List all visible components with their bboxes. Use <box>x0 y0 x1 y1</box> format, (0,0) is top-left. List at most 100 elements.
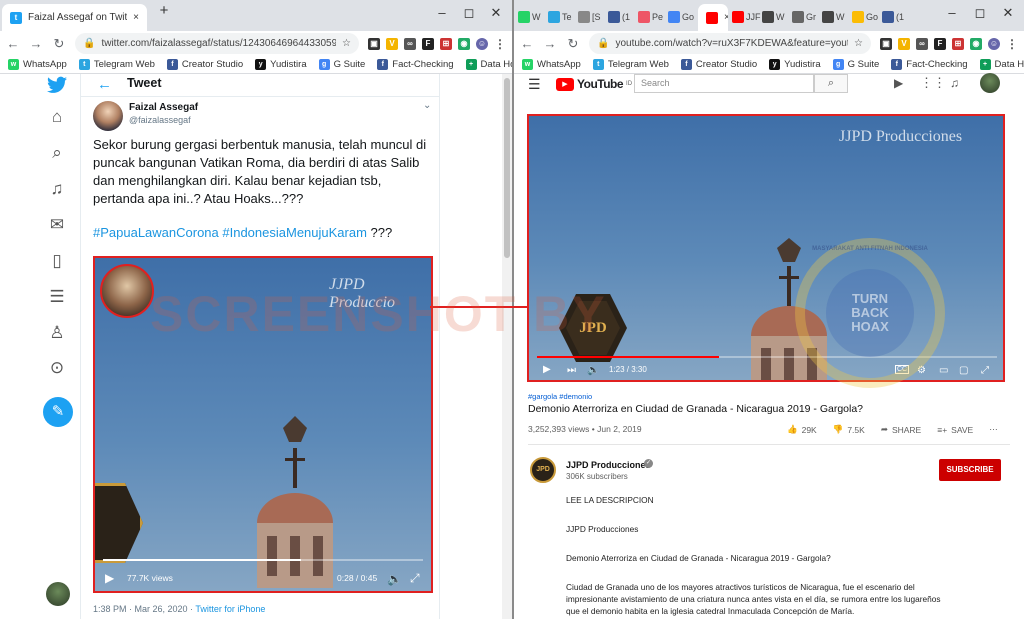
browser-tab[interactable]: W <box>822 9 845 25</box>
browser-tab[interactable]: Go <box>852 9 878 25</box>
minimize-button[interactable]: – <box>938 4 966 22</box>
notifications-bell-icon[interactable]: ♫ <box>950 76 959 90</box>
compose-tweet-button[interactable]: ✎ <box>43 397 73 427</box>
account-avatar[interactable] <box>980 73 1000 93</box>
volume-icon[interactable]: 🔈 <box>587 365 599 376</box>
bookmark-item[interactable]: w WhatsApp <box>8 59 67 70</box>
menu-icon[interactable]: ⋮ <box>1006 38 1018 50</box>
forward-icon[interactable]: → <box>543 36 557 51</box>
bookmarks-icon[interactable]: ▯ <box>46 250 68 272</box>
youtube-logo[interactable]: ▶ YouTube ID <box>556 77 632 91</box>
hashtag-links[interactable]: #PapuaLawanCorona #IndonesiaMenujuKaram <box>93 225 367 240</box>
bookmark-item[interactable]: y Yudistira <box>769 59 821 70</box>
messages-icon[interactable]: ✉ <box>46 214 68 236</box>
bookmark-item[interactable]: gG Suite <box>318 59 365 70</box>
fullscreen-icon[interactable]: ⤢ <box>410 571 420 586</box>
extension-icon[interactable]: ∞ <box>404 37 416 50</box>
bookmark-item[interactable]: +Data Hoax.xlsx - Go... <box>979 59 1024 70</box>
maximize-button[interactable]: ◻ <box>966 4 994 22</box>
create-video-icon[interactable]: ▶ <box>894 76 903 90</box>
author-name[interactable]: Faizal Assegaf <box>129 102 198 113</box>
extension-icon[interactable]: V <box>898 37 910 50</box>
subscribe-button[interactable]: SUBSCRIBE <box>939 459 1001 481</box>
reload-icon[interactable]: ↻ <box>52 36 66 52</box>
extension-icon[interactable]: V <box>386 37 398 50</box>
more-actions-icon[interactable]: ⋯ <box>989 424 998 435</box>
account-avatar[interactable] <box>46 582 70 606</box>
menu-icon[interactable]: ⋮ <box>494 38 506 50</box>
miniplayer-icon[interactable]: ▭ <box>939 365 948 376</box>
dislike-button[interactable]: 👎 7.5K <box>833 424 865 435</box>
back-icon[interactable]: ← <box>6 36 20 51</box>
bookmark-item[interactable]: y Yudistira <box>255 59 307 70</box>
lists-icon[interactable]: ☰ <box>46 286 68 308</box>
close-window-button[interactable]: ✕ <box>994 4 1022 22</box>
author-handle[interactable]: @faizalassegaf <box>129 115 191 125</box>
explore-icon[interactable]: ⌕ <box>46 142 68 164</box>
extension-icon[interactable]: ⊞ <box>952 37 964 50</box>
channel-name[interactable]: JJPD Producciones <box>566 460 651 470</box>
scrollbar[interactable] <box>502 74 512 619</box>
twitter-logo-icon[interactable] <box>46 74 68 96</box>
author-avatar[interactable] <box>93 101 123 131</box>
minimize-button[interactable]: – <box>428 4 456 22</box>
star-icon[interactable]: ☆ <box>342 38 351 49</box>
bookmark-item[interactable]: f Creator Studio <box>166 59 243 70</box>
tweet-source-link[interactable]: Twitter for iPhone <box>195 604 265 614</box>
extension-icon[interactable]: ▣ <box>880 37 892 50</box>
more-icon[interactable]: ⊙ <box>46 357 68 379</box>
extension-icon[interactable]: ⊞ <box>440 37 452 50</box>
maximize-button[interactable]: ◻ <box>455 4 483 22</box>
share-button[interactable]: ➦ SHARE <box>881 424 921 435</box>
tab-twitter[interactable]: t Faizal Assegaf on Twitter: "Sekor... × <box>2 4 147 31</box>
close-tab-icon[interactable]: × <box>133 12 139 23</box>
channel-avatar[interactable]: JPD <box>530 457 556 483</box>
extension-icon[interactable]: ◉ <box>970 37 982 50</box>
profile-avatar-icon[interactable]: ☺ <box>476 37 488 50</box>
theater-mode-icon[interactable]: ▢ <box>959 365 968 376</box>
browser-tab[interactable]: W <box>518 9 541 25</box>
tweet-video-player[interactable]: JJPD Produccio ▶ 77.7K views 0:28 / 0:45… <box>93 256 433 593</box>
browser-tab[interactable]: × <box>698 4 728 31</box>
search-input[interactable]: Search <box>634 74 814 93</box>
new-tab-button[interactable]: + <box>150 2 178 20</box>
browser-tab[interactable]: W <box>762 9 785 25</box>
play-icon[interactable]: ▶ <box>543 364 551 375</box>
like-button[interactable]: 👍 29K <box>787 424 817 435</box>
browser-tab[interactable]: [S <box>578 9 601 25</box>
home-icon[interactable]: ⌂ <box>46 106 68 128</box>
back-icon[interactable]: ← <box>520 36 534 51</box>
reload-icon[interactable]: ↻ <box>566 36 580 52</box>
search-button[interactable]: ⌕ <box>814 74 848 93</box>
omnibox[interactable]: 🔒 twitter.com/faizalassegaf/status/12430… <box>75 33 359 54</box>
extension-icon[interactable]: ∞ <box>916 37 928 50</box>
browser-tab[interactable]: (1 <box>608 9 630 25</box>
video-hashtags[interactable]: #gargola #demonio <box>528 392 592 401</box>
bookmark-item[interactable]: f Fact-Checking <box>891 59 968 70</box>
chevron-down-icon[interactable]: ⌄ <box>423 100 431 111</box>
apps-grid-icon[interactable]: ⋮⋮ <box>920 75 946 91</box>
video-progress-track[interactable] <box>103 559 423 561</box>
extension-icon[interactable]: F <box>422 37 434 50</box>
forward-icon[interactable]: → <box>29 36 43 51</box>
browser-tab[interactable]: JJF <box>732 9 761 25</box>
fullscreen-icon[interactable]: ⤢ <box>981 365 989 376</box>
omnibox[interactable]: 🔒 youtube.com/watch?v=ruX3F7KDEWA&featur… <box>589 33 871 54</box>
extension-icon[interactable]: F <box>934 37 946 50</box>
save-button[interactable]: ≡+ SAVE <box>937 424 973 435</box>
profile-avatar-icon[interactable]: ☺ <box>988 37 1000 50</box>
extension-icon[interactable]: ◉ <box>458 37 470 50</box>
bookmark-item[interactable]: w WhatsApp <box>522 59 581 70</box>
volume-icon[interactable]: 🔈 <box>387 572 402 586</box>
bookmark-item[interactable]: gG Suite <box>832 59 879 70</box>
browser-tab[interactable]: Pe <box>638 9 663 25</box>
close-window-button[interactable]: ✕ <box>482 4 510 22</box>
next-icon[interactable]: ⏭ <box>567 365 576 376</box>
notifications-icon[interactable]: ♫ <box>46 178 68 200</box>
bookmark-item[interactable]: +Data Hoax.xlsx - Go... <box>465 59 512 70</box>
profile-icon[interactable]: ♙ <box>46 322 68 344</box>
browser-tab[interactable]: Te <box>548 9 572 25</box>
browser-tab[interactable]: Go <box>668 9 694 25</box>
hamburger-menu-icon[interactable]: ☰ <box>528 76 541 93</box>
bookmark-item[interactable]: t Telegram Web <box>592 59 669 70</box>
